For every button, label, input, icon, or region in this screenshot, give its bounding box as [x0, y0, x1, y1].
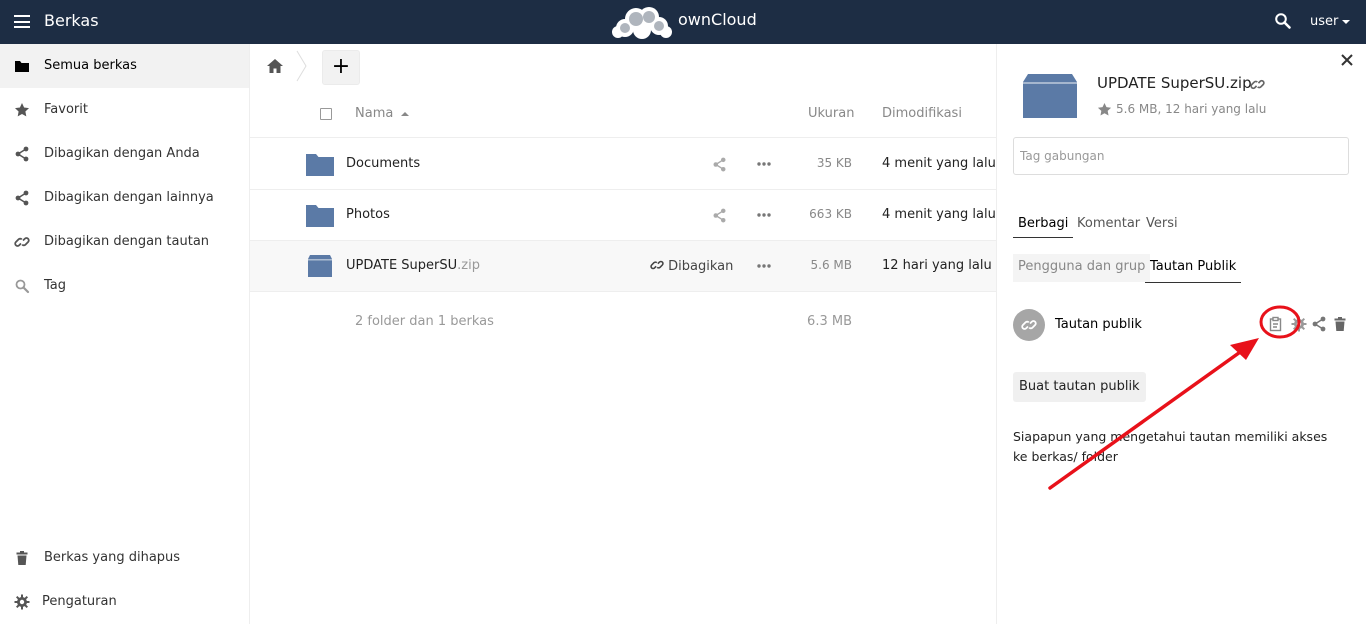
- link-icon: [14, 237, 30, 247]
- column-size[interactable]: Ukuran: [808, 106, 854, 121]
- search-icon: [15, 279, 30, 294]
- details-sidebar: UPDATE SuperSU.zip 5.6 MB, 12 hari yang …: [996, 44, 1366, 624]
- folder-icon: [15, 61, 29, 72]
- breadcrumb-separator-icon: [296, 50, 307, 82]
- trash-icon: [16, 551, 28, 565]
- trash-icon[interactable]: [1332, 316, 1348, 332]
- shared-label: Dibagikan: [668, 259, 734, 274]
- file-name[interactable]: Photos: [346, 207, 390, 222]
- folder-icon: [306, 154, 334, 176]
- tags-input[interactable]: [1013, 137, 1349, 175]
- column-name-label: Nama: [355, 106, 394, 121]
- gear-icon: [14, 594, 30, 610]
- share-icon: [15, 146, 29, 162]
- more-options-icon[interactable]: [757, 213, 771, 217]
- panel-file-name: UPDATE SuperSU.zip: [1097, 74, 1252, 92]
- file-summary-size: 6.3 MB: [807, 314, 852, 329]
- column-name[interactable]: Nama: [355, 106, 410, 121]
- file-row-documents[interactable]: Documents 35 KB 4 menit yang lalu: [250, 139, 996, 190]
- settings-toggle[interactable]: Pengaturan: [0, 580, 249, 624]
- app-navigation: Semua berkas Favorit Dibagikan dengan An…: [0, 44, 250, 624]
- file-size: 663 KB: [809, 207, 852, 221]
- close-icon[interactable]: [1341, 54, 1353, 66]
- star-icon: [15, 103, 29, 117]
- top-bar: Berkas ownCloud user: [0, 0, 1366, 44]
- subtab-public-links[interactable]: Tautan Publik: [1145, 254, 1242, 283]
- create-public-link-button[interactable]: Buat tautan publik: [1013, 372, 1146, 402]
- table-header: Nama Ukuran Dimodifikasi: [250, 94, 996, 138]
- user-menu[interactable]: user: [1310, 14, 1351, 29]
- home-icon[interactable]: [266, 58, 284, 74]
- file-size: 35 KB: [816, 156, 852, 170]
- panel-file-meta: 5.6 MB, 12 hari yang lalu: [1116, 102, 1267, 116]
- share-icon[interactable]: [1311, 316, 1327, 332]
- folder-icon: [306, 205, 334, 227]
- public-link-entry: Tautan publik: [1013, 309, 1353, 341]
- file-name-base: Documents: [346, 156, 421, 171]
- file-row-update-supersu[interactable]: UPDATE SuperSU.zip Dibagikan 5.6 MB 12 h…: [250, 241, 996, 292]
- nav-item-deleted-files[interactable]: Berkas yang dihapus: [0, 536, 249, 580]
- nav-item-label: Berkas yang dihapus: [44, 550, 181, 565]
- file-name-base: UPDATE SuperSU: [346, 258, 458, 273]
- file-name-base: Photos: [346, 207, 390, 222]
- subtab-users-groups[interactable]: Pengguna dan grup: [1013, 254, 1151, 282]
- column-modified[interactable]: Dimodifikasi: [882, 106, 962, 121]
- link-icon[interactable]: [1250, 77, 1265, 92]
- sort-ascending-icon: [401, 111, 410, 116]
- file-modified: 4 menit yang lalu: [882, 156, 996, 171]
- share-icon[interactable]: [712, 157, 727, 172]
- owncloud-logo-icon[interactable]: [611, 4, 673, 40]
- tab-sharing[interactable]: Berbagi: [1013, 216, 1074, 238]
- nav-item-shared-with-others[interactable]: Dibagikan dengan lainnya: [0, 176, 249, 220]
- more-options-icon[interactable]: [757, 264, 771, 268]
- nav-item-shared-with-you[interactable]: Dibagikan dengan Anda: [0, 132, 249, 176]
- shared-status[interactable]: Dibagikan: [650, 258, 733, 274]
- app-name[interactable]: Berkas: [44, 11, 99, 30]
- nav-item-label: Semua berkas: [44, 58, 137, 73]
- file-summary: 2 folder dan 1 berkas: [355, 314, 494, 329]
- public-link-info: Siapapun yang mengetahui tautan memiliki…: [1013, 429, 1328, 464]
- nav-item-tags[interactable]: Tag: [0, 264, 249, 308]
- nav-item-label: Dibagikan dengan Anda: [44, 146, 200, 161]
- public-link-label: Tautan publik: [1055, 317, 1142, 332]
- nav-item-label: Favorit: [44, 102, 88, 117]
- star-icon[interactable]: [1097, 102, 1112, 117]
- nav-item-shared-by-link[interactable]: Dibagikan dengan tautan: [0, 220, 249, 264]
- new-button[interactable]: +: [322, 50, 360, 85]
- search-icon[interactable]: [1274, 12, 1292, 30]
- file-name[interactable]: UPDATE SuperSU.zip: [346, 258, 480, 273]
- link-icon: [1021, 320, 1037, 330]
- file-list-area: + Nama Ukuran Dimodifikasi Documents 35 …: [250, 44, 996, 624]
- more-options-icon[interactable]: [757, 162, 771, 166]
- file-extension: .zip: [457, 258, 480, 273]
- nav-item-label: Pengaturan: [42, 594, 117, 609]
- nav-item-label: Dibagikan dengan tautan: [44, 234, 210, 249]
- share-icon[interactable]: [712, 208, 727, 223]
- brand-name: ownCloud: [678, 10, 757, 29]
- gear-icon[interactable]: [1291, 316, 1307, 332]
- tab-comments[interactable]: Komentar: [1072, 216, 1145, 237]
- link-avatar: [1013, 309, 1045, 341]
- select-all-checkbox[interactable]: [320, 108, 332, 120]
- nav-item-label: Dibagikan dengan lainnya: [44, 190, 214, 205]
- clipboard-icon[interactable]: [1268, 316, 1284, 332]
- nav-item-favorites[interactable]: Favorit: [0, 88, 249, 132]
- file-modified: 4 menit yang lalu: [882, 207, 996, 222]
- nav-item-all-files[interactable]: Semua berkas: [0, 44, 249, 88]
- file-name[interactable]: Documents: [346, 156, 420, 171]
- tab-versions[interactable]: Versi: [1141, 216, 1183, 237]
- share-icon: [15, 190, 29, 206]
- file-modified: 12 hari yang lalu: [882, 258, 992, 273]
- user-name: user: [1310, 14, 1339, 29]
- nav-item-label: Tag: [44, 278, 67, 293]
- caret-down-icon: [1342, 19, 1351, 24]
- menu-icon[interactable]: [14, 15, 30, 28]
- file-row-photos[interactable]: Photos 663 KB 4 menit yang lalu: [250, 190, 996, 241]
- link-icon: [650, 260, 664, 270]
- zip-archive-icon: [308, 255, 332, 277]
- file-size: 5.6 MB: [810, 258, 852, 272]
- zip-archive-icon: [1023, 74, 1077, 118]
